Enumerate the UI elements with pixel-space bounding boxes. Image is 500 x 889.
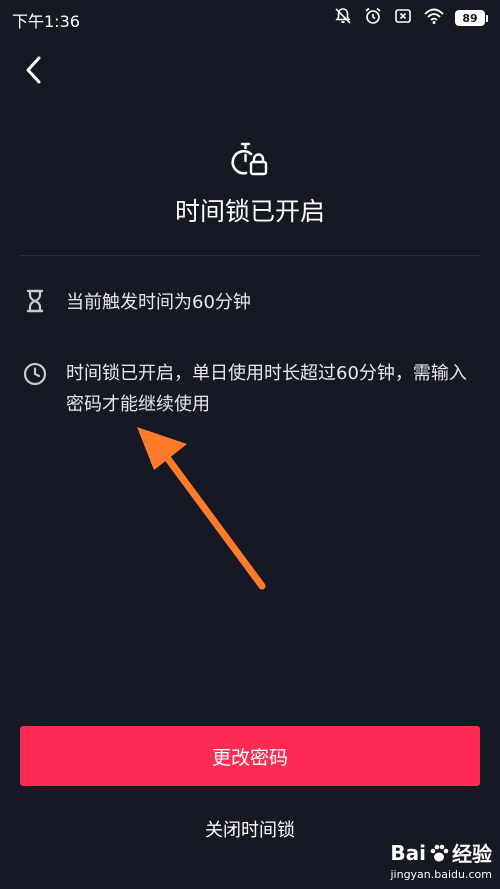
watermark-url: jingyan.baidu.com (390, 868, 492, 881)
screen: 下午1:36 89 时间锁已开启 当前触发时间为60分钟 时间锁已开启，单日使用… (0, 0, 500, 889)
divider (20, 255, 480, 256)
page-title: 时间锁已开启 (174, 197, 325, 226)
info-text: 时间锁已开启，单日使用时长超过60分钟，需输入密码才能继续使用 (66, 363, 467, 415)
clock-icon (20, 358, 50, 386)
chevron-left-icon (26, 56, 41, 84)
info-item-trigger-time: 当前触发时间为60分钟 (20, 287, 480, 318)
paw-icon (430, 844, 449, 861)
timer-lock-icon (230, 140, 270, 180)
baidu-watermark: Bai 经验 jingyan.baidu.com (342, 838, 492, 886)
close-box-icon (393, 6, 413, 30)
status-icons: 89 (333, 6, 488, 30)
battery-icon: 89 (455, 10, 488, 26)
hourglass-icon (20, 287, 50, 313)
alarm-icon (363, 6, 383, 30)
info-item-lock-rule: 时间锁已开启，单日使用时长超过60分钟，需输入密码才能继续使用 (20, 358, 480, 420)
notification-muted-icon (333, 6, 353, 30)
watermark-brand-right: 经验 (452, 842, 492, 866)
status-time: 下午1:36 (12, 12, 80, 31)
close-time-lock-button[interactable]: 关闭时间锁 (150, 814, 350, 848)
wifi-icon (423, 6, 445, 30)
info-text: 当前触发时间为60分钟 (66, 292, 251, 313)
battery-level: 89 (455, 10, 485, 26)
watermark-brand-left: Bai (390, 840, 426, 865)
change-password-button[interactable]: 更改密码 (20, 726, 480, 786)
back-button[interactable] (18, 54, 50, 86)
status-bar: 下午1:36 89 (0, 0, 500, 36)
